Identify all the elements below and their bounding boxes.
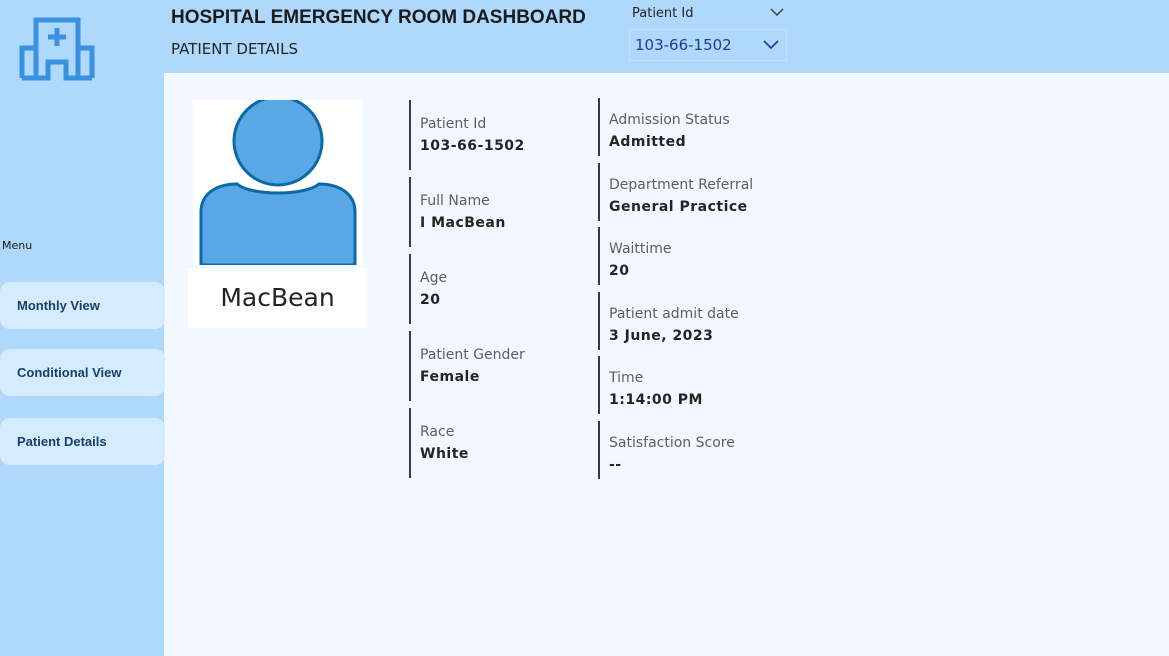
field-label: Full Name <box>420 193 490 209</box>
field-value: 20 <box>420 292 441 308</box>
patient-avatar-card <box>193 100 363 265</box>
field-label: Satisfaction Score <box>609 435 735 451</box>
field-full-name: Full Name I MacBean <box>409 177 506 247</box>
field-value: 103-66-1502 <box>420 138 525 154</box>
field-label: Patient admit date <box>609 306 739 322</box>
user-icon <box>199 100 357 265</box>
field-value: 20 <box>609 263 630 279</box>
field-time: Time 1:14:00 PM <box>598 356 703 414</box>
field-label: Age <box>420 270 448 286</box>
chevron-down-icon[interactable] <box>770 7 784 17</box>
patient-id-dropdown[interactable]: 103-66-1502 <box>629 29 787 61</box>
hospital-icon <box>19 17 95 81</box>
nav-conditional-view-button[interactable]: Conditional View <box>0 349 165 396</box>
nav-patient-details-button[interactable]: Patient Details <box>0 418 165 465</box>
field-patient-gender: Patient Gender Female <box>409 331 525 401</box>
field-race: Race White <box>409 408 469 478</box>
menu-label: Menu <box>2 239 33 252</box>
field-value: White <box>420 446 469 462</box>
nav-monthly-view-button[interactable]: Monthly View <box>0 282 165 329</box>
field-value: 3 June, 2023 <box>609 328 714 344</box>
field-department-referral: Department Referral General Practice <box>598 163 753 221</box>
field-label: Waittime <box>609 241 672 257</box>
patient-id-selected: 103-66-1502 <box>635 36 732 54</box>
field-satisfaction-score: Satisfaction Score -- <box>598 421 735 479</box>
field-value: Female <box>420 369 480 385</box>
field-label: Patient Id <box>420 116 487 132</box>
field-label: Admission Status <box>609 112 730 128</box>
field-waittime: Waittime 20 <box>598 227 672 285</box>
field-patient-admit-date: Patient admit date 3 June, 2023 <box>598 292 739 350</box>
field-admission-status: Admission Status Admitted <box>598 98 730 156</box>
chevron-down-icon <box>763 40 779 50</box>
field-value: General Practice <box>609 199 748 215</box>
page-subtitle: PATIENT DETAILS <box>171 40 298 58</box>
field-patient-id: Patient Id 103-66-1502 <box>409 100 525 170</box>
patient-name-card: MacBean <box>188 268 367 328</box>
patient-display-name: MacBean <box>220 283 335 312</box>
field-label: Race <box>420 424 455 440</box>
field-label: Department Referral <box>609 177 754 193</box>
field-value: Admitted <box>609 134 687 150</box>
field-value: -- <box>609 457 622 473</box>
field-value: 1:14:00 PM <box>609 392 703 408</box>
field-label: Patient Gender <box>420 347 525 363</box>
slicer-label: Patient Id <box>632 6 694 21</box>
field-age: Age 20 <box>409 254 447 324</box>
field-label: Time <box>609 370 644 386</box>
page-title: HOSPITAL EMERGENCY ROOM DASHBOARD <box>171 7 586 28</box>
field-value: I MacBean <box>420 215 506 231</box>
